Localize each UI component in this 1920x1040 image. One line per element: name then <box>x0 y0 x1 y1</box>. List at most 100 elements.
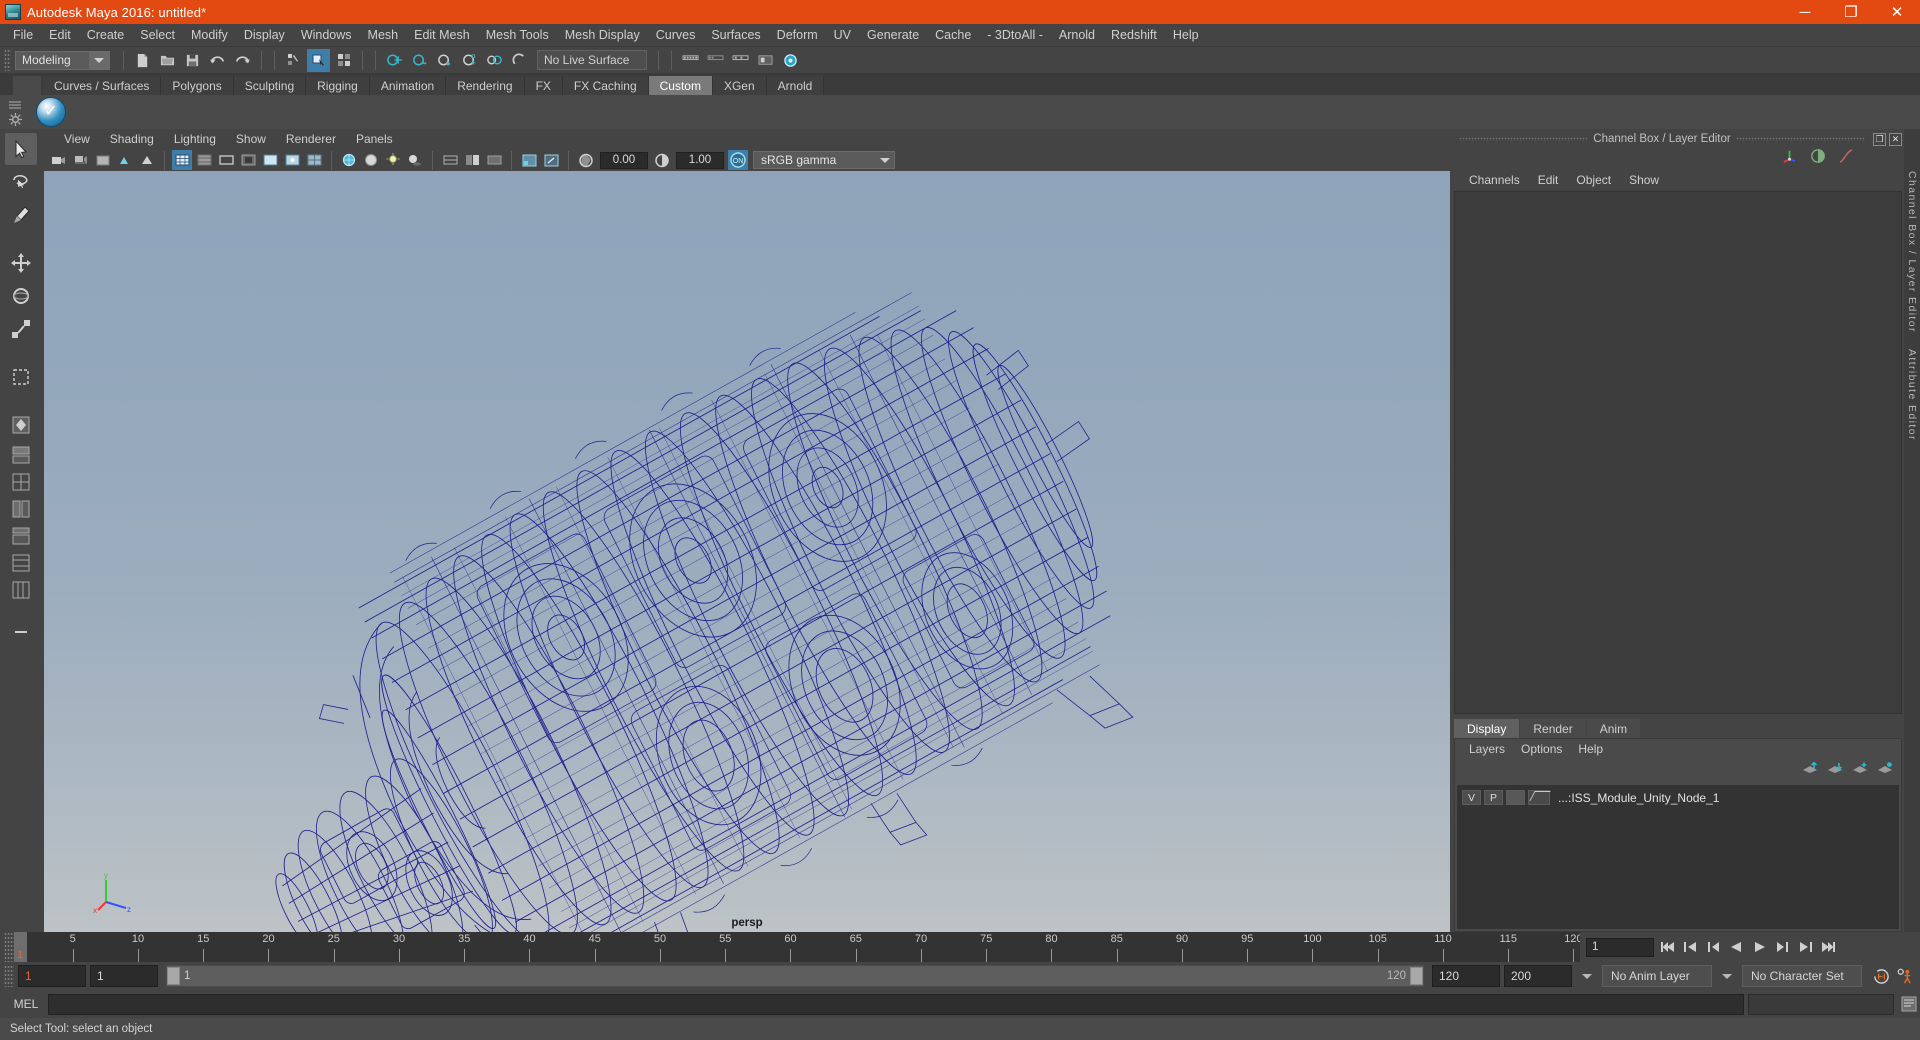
play-backwards-icon[interactable] <box>1727 938 1746 957</box>
viewport-snapshot-icon[interactable] <box>541 150 561 170</box>
input-connections-icon[interactable] <box>679 49 702 72</box>
menu-modify[interactable]: Modify <box>183 26 236 44</box>
blue-sphere-check-icon[interactable]: ✓ <box>36 97 66 127</box>
viewport-menu-show[interactable]: Show <box>226 132 276 146</box>
layer-tab-render[interactable]: Render <box>1520 719 1585 738</box>
redo-icon[interactable] <box>231 49 254 72</box>
make-live-icon[interactable] <box>508 49 531 72</box>
auto-keyframe-icon[interactable] <box>1872 967 1891 986</box>
twopane-icon[interactable] <box>115 150 135 170</box>
current-frame-field[interactable]: 1 <box>1586 938 1654 957</box>
shelf-tab-polygons[interactable]: Polygons <box>161 76 233 95</box>
animation-end-time-field[interactable]: 200 <box>1504 965 1572 987</box>
current-time-indicator[interactable]: 1 <box>14 932 27 962</box>
layer-name[interactable]: ...:ISS_Module_Unity_Node_1 <box>1558 791 1719 805</box>
new-scene-icon[interactable] <box>131 49 154 72</box>
shelf-tab-animation[interactable]: Animation <box>370 76 446 95</box>
wireframe-on-shaded-icon[interactable] <box>304 150 324 170</box>
xray-icon[interactable] <box>260 150 280 170</box>
menu-edit[interactable]: Edit <box>41 26 79 44</box>
quick-layout-single[interactable] <box>5 409 37 441</box>
menu-surfaces[interactable]: Surfaces <box>703 26 768 44</box>
layer-visibility-toggle[interactable]: V <box>1462 790 1481 805</box>
menu-set-selector[interactable]: Modeling <box>15 51 110 70</box>
layer-display-type-toggle[interactable] <box>1506 790 1525 805</box>
open-render-view-icon[interactable] <box>779 49 802 72</box>
no-construction-history-icon[interactable] <box>704 49 727 72</box>
menu-select[interactable]: Select <box>132 26 183 44</box>
isolate-select-icon[interactable] <box>137 150 157 170</box>
play-forwards-icon[interactable] <box>1750 938 1769 957</box>
menu-display[interactable]: Display <box>236 26 293 44</box>
select-by-hierarchy-icon[interactable] <box>282 49 305 72</box>
open-scene-icon[interactable] <box>156 49 179 72</box>
shelf-settings-gear-icon[interactable] <box>8 112 22 126</box>
shelf-tab-fx-caching[interactable]: FX Caching <box>563 76 649 95</box>
undock-button[interactable]: ❐ <box>1873 133 1886 146</box>
menu-redshift[interactable]: Redshift <box>1103 26 1165 44</box>
shelf-tab-sculpting[interactable]: Sculpting <box>234 76 306 95</box>
quick-layout-persp-outliner[interactable] <box>5 469 37 495</box>
shadows-icon[interactable] <box>405 150 425 170</box>
anim-layer-chevron-down-icon[interactable] <box>1582 974 1592 979</box>
range-slider-gripper[interactable] <box>4 965 14 987</box>
shelf-tab-curves-surfaces[interactable]: Curves / Surfaces <box>43 76 161 95</box>
go-to-end-icon[interactable] <box>1819 938 1838 957</box>
range-right-handle[interactable] <box>1410 967 1423 985</box>
menu-uv[interactable]: UV <box>826 26 859 44</box>
menu-create[interactable]: Create <box>79 26 133 44</box>
layer-menu-layers[interactable]: Layers <box>1461 742 1513 756</box>
menu-curves[interactable]: Curves <box>648 26 704 44</box>
lasso-select-tool[interactable] <box>5 166 37 198</box>
attribute-editor-icon[interactable] <box>1810 148 1826 169</box>
shelf-tab-fx[interactable]: FX <box>525 76 563 95</box>
channel-menu-edit[interactable]: Edit <box>1529 173 1568 187</box>
select-by-component-icon[interactable] <box>332 49 355 72</box>
go-to-start-icon[interactable] <box>1658 938 1677 957</box>
smooth-shade-icon[interactable] <box>339 150 359 170</box>
quick-layout-persp-graph[interactable] <box>5 496 37 522</box>
viewport-menu-panels[interactable]: Panels <box>346 132 403 146</box>
move-layer-down-icon[interactable] <box>1827 762 1843 780</box>
grid-icon[interactable] <box>172 150 192 170</box>
color-management-selector[interactable]: sRGB gamma <box>753 151 895 169</box>
shelf-tab-custom[interactable]: Custom <box>649 76 713 95</box>
quick-layout-two-stacked[interactable] <box>5 577 37 603</box>
resolution-gate-icon[interactable] <box>216 150 236 170</box>
menu-deform[interactable]: Deform <box>769 26 826 44</box>
select-camera-icon[interactable] <box>49 150 69 170</box>
use-all-lights-icon[interactable] <box>383 150 403 170</box>
layer-row[interactable]: V P ...:ISS_Module_Unity_Node_1 <box>1457 788 1899 807</box>
maximize-button[interactable]: ❐ <box>1828 0 1874 24</box>
quick-layout-hypershade[interactable] <box>5 523 37 549</box>
multisample-icon[interactable] <box>462 150 482 170</box>
image-plane-icon[interactable] <box>93 150 113 170</box>
channel-menu-object[interactable]: Object <box>1567 173 1620 187</box>
scale-tool[interactable] <box>5 313 37 345</box>
exposure-value[interactable]: 0.00 <box>600 152 648 169</box>
film-gate-icon[interactable] <box>194 150 214 170</box>
bookmark-icon[interactable] <box>71 150 91 170</box>
command-input[interactable] <box>48 994 1744 1015</box>
quick-layout-more[interactable] <box>5 619 37 645</box>
undo-icon[interactable] <box>206 49 229 72</box>
snap-to-projected-center-icon[interactable] <box>458 49 481 72</box>
select-tool[interactable] <box>5 133 37 165</box>
layer-menu-options[interactable]: Options <box>1513 742 1570 756</box>
viewport-menu-lighting[interactable]: Lighting <box>164 132 226 146</box>
layer-menu-help[interactable]: Help <box>1570 742 1611 756</box>
channel-menu-channels[interactable]: Channels <box>1460 173 1529 187</box>
layer-list[interactable]: V P ...:ISS_Module_Unity_Node_1 <box>1457 785 1899 929</box>
script-editor-icon[interactable] <box>1898 994 1920 1015</box>
rotate-tool[interactable] <box>5 280 37 312</box>
xray-joints-icon[interactable] <box>282 150 302 170</box>
range-slider-bar[interactable]: 1 120 <box>166 965 1424 987</box>
quick-layout-persp-uv[interactable] <box>5 550 37 576</box>
snap-to-point-icon[interactable] <box>433 49 456 72</box>
playback-start-time-field[interactable]: 1 <box>90 965 158 987</box>
move-layer-up-icon[interactable] <box>1802 762 1818 780</box>
shelf-tab-menu-icon[interactable] <box>8 98 22 112</box>
quick-layout-four[interactable] <box>5 442 37 468</box>
shelf-tab-xgen[interactable]: XGen <box>713 76 767 95</box>
anim-layer-selector[interactable]: No Anim Layer <box>1602 965 1712 987</box>
